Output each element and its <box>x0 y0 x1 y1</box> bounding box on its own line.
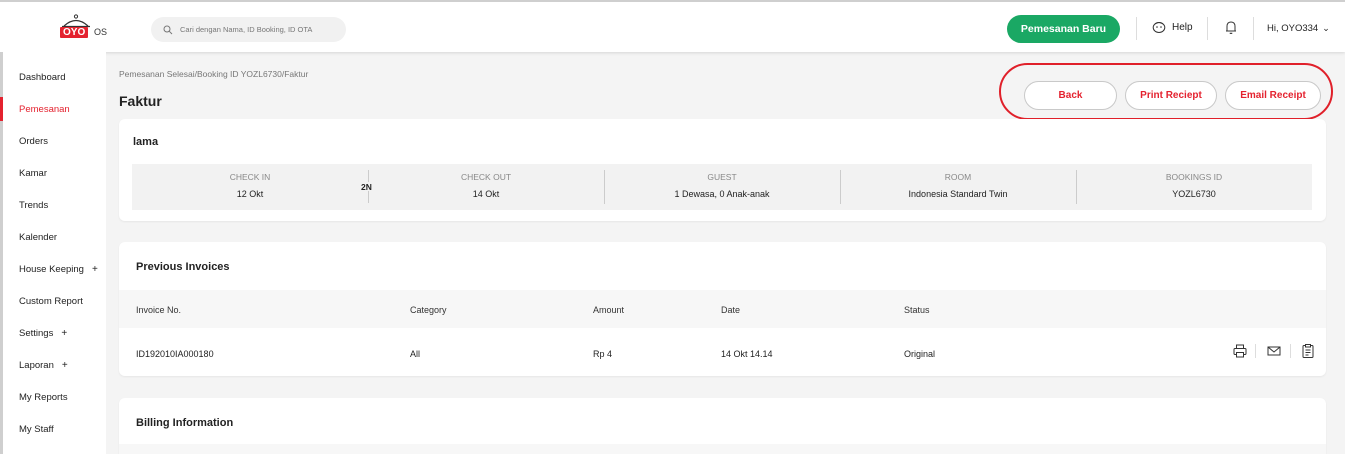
column-header: Category <box>410 305 447 315</box>
invoice-status: Original <box>904 349 936 359</box>
column-header: Date <box>721 305 741 315</box>
expand-icon: + <box>91 264 98 275</box>
email-receipt-button[interactable]: Email Receipt <box>1225 81 1321 110</box>
sidebar-item-label: House Keeping <box>19 264 84 275</box>
new-booking-button[interactable]: Pemesanan Baru <box>1007 15 1120 43</box>
sidebar-item-custom-report[interactable]: Custom Report <box>19 296 83 307</box>
print-icon[interactable] <box>1232 343 1248 359</box>
sidebar-item-settings[interactable]: Settings + <box>19 328 67 339</box>
guest-name: lama <box>133 136 159 148</box>
mail-icon[interactable] <box>1266 343 1282 359</box>
sidebar-item-my-reports[interactable]: My Reports <box>19 392 68 403</box>
invoice-table-header: Invoice No. Category Amount Date Status <box>119 290 1326 328</box>
sidebar: Dashboard Pemesanan Orders Kamar Trends … <box>0 52 106 454</box>
print-receipt-button[interactable]: Print Reciept <box>1125 81 1217 110</box>
sidebar-item-orders[interactable]: Orders <box>19 136 48 147</box>
invoice-category: All <box>410 349 421 359</box>
sidebar-item-dashboard[interactable]: Dashboard <box>19 72 65 83</box>
back-button[interactable]: Back <box>1024 81 1117 110</box>
column-header: Amount <box>593 305 625 315</box>
sidebar-item-kamar[interactable]: Kamar <box>19 168 47 179</box>
notification-bell-icon[interactable] <box>1224 20 1238 35</box>
sidebar-item-label: Settings <box>19 328 54 339</box>
brand-name: OYO <box>60 27 89 38</box>
invoice-number: ID192010IA000180 <box>136 349 214 359</box>
help-label: Help <box>1172 21 1193 33</box>
sidebar-item-laporan[interactable]: Laporan + <box>19 360 68 371</box>
sidebar-item-label: Dashboard <box>19 72 66 83</box>
invoice-amount: Rp 4 <box>593 349 613 359</box>
expand-icon: + <box>61 360 68 371</box>
brand-suffix: OS <box>94 27 108 37</box>
check-in-stat: CHECK IN 12 Okt <box>132 172 368 199</box>
document-icon[interactable] <box>1300 343 1316 359</box>
guest-stat: GUEST 1 Dewasa, 0 Anak-anak <box>604 172 840 199</box>
help-link[interactable]: Help <box>1152 20 1193 34</box>
sidebar-item-kalender[interactable]: Kalender <box>19 232 57 243</box>
check-out-label: CHECK OUT <box>460 172 512 182</box>
room-label: ROOM <box>944 172 972 182</box>
user-menu[interactable]: Hi, OYO334 ⌄ <box>1267 23 1330 34</box>
guest-value: 1 Dewasa, 0 Anak-anak <box>674 189 770 199</box>
check-in-label: CHECK IN <box>229 172 271 182</box>
search-bar[interactable] <box>151 17 346 42</box>
previous-invoices-card: Previous Invoices Invoice No. Category A… <box>119 242 1326 376</box>
breadcrumb[interactable]: Pemesanan Selesai/Booking ID YOZL6730/Fa… <box>119 69 308 79</box>
billing-table-header <box>119 444 1326 454</box>
sidebar-item-label: Laporan <box>19 360 54 371</box>
column-header: Invoice No. <box>136 305 182 315</box>
booking-stats: CHECK IN 12 Okt 2N CHECK OUT 14 Okt GUES… <box>132 164 1312 210</box>
top-bar: OYO OS Pemesanan Baru Help Hi, OYO334 ⌄ <box>0 0 1345 52</box>
booking-id-stat: BOOKINGS ID YOZL6730 <box>1076 172 1312 199</box>
guest-label: GUEST <box>707 172 737 182</box>
sidebar-item-pemesanan[interactable]: Pemesanan <box>19 104 70 115</box>
expand-icon: + <box>61 328 68 339</box>
billing-title: Billing Information <box>136 417 234 429</box>
sidebar-item-label: Kamar <box>19 168 47 179</box>
active-indicator <box>0 97 3 121</box>
header-divider <box>1207 17 1208 40</box>
user-greeting: Hi, OYO334 <box>1267 23 1319 34</box>
sidebar-item-my-staff[interactable]: My Staff <box>19 424 54 435</box>
billing-information-card: Billing Information <box>119 398 1326 454</box>
oyo-logo[interactable]: OYO OS <box>56 14 116 40</box>
sidebar-item-label: My Reports <box>19 392 68 403</box>
sidebar-item-label: Trends <box>19 200 49 211</box>
search-input[interactable] <box>180 25 340 34</box>
icon-divider <box>1255 344 1256 358</box>
header-divider <box>1253 17 1254 40</box>
search-icon <box>163 25 173 34</box>
sidebar-item-label: My Staff <box>19 424 54 435</box>
chevron-down-icon: ⌄ <box>1322 23 1330 33</box>
room-value: Indonesia Standard Twin <box>908 189 1008 199</box>
invoice-date: 14 Okt 14.14 <box>721 349 773 359</box>
sidebar-item-label: Pemesanan <box>19 104 70 115</box>
header-divider <box>1136 17 1137 40</box>
column-header: Status <box>904 305 930 315</box>
sidebar-item-label: Orders <box>19 136 49 147</box>
sidebar-item-house-keeping[interactable]: House Keeping + <box>19 264 98 275</box>
room-stat: ROOM Indonesia Standard Twin <box>840 172 1076 199</box>
help-face-icon <box>1152 22 1166 33</box>
sidebar-item-label: Custom Report <box>19 296 83 307</box>
sidebar-item-label: Kalender <box>19 232 58 243</box>
check-in-value: 12 Okt <box>236 189 264 199</box>
invoices-title: Previous Invoices <box>136 261 230 273</box>
page-title: Faktur <box>119 93 162 109</box>
sidebar-item-trends[interactable]: Trends <box>19 200 48 211</box>
booking-id-value: YOZL6730 <box>1172 189 1216 199</box>
check-out-stat: CHECK OUT 14 Okt <box>368 172 604 199</box>
icon-divider <box>1290 344 1291 358</box>
booking-id-label: BOOKINGS ID <box>1165 172 1223 182</box>
booking-summary-card: lama CHECK IN 12 Okt 2N CHECK OUT 14 Okt… <box>119 119 1326 221</box>
check-out-value: 14 Okt <box>472 189 500 199</box>
